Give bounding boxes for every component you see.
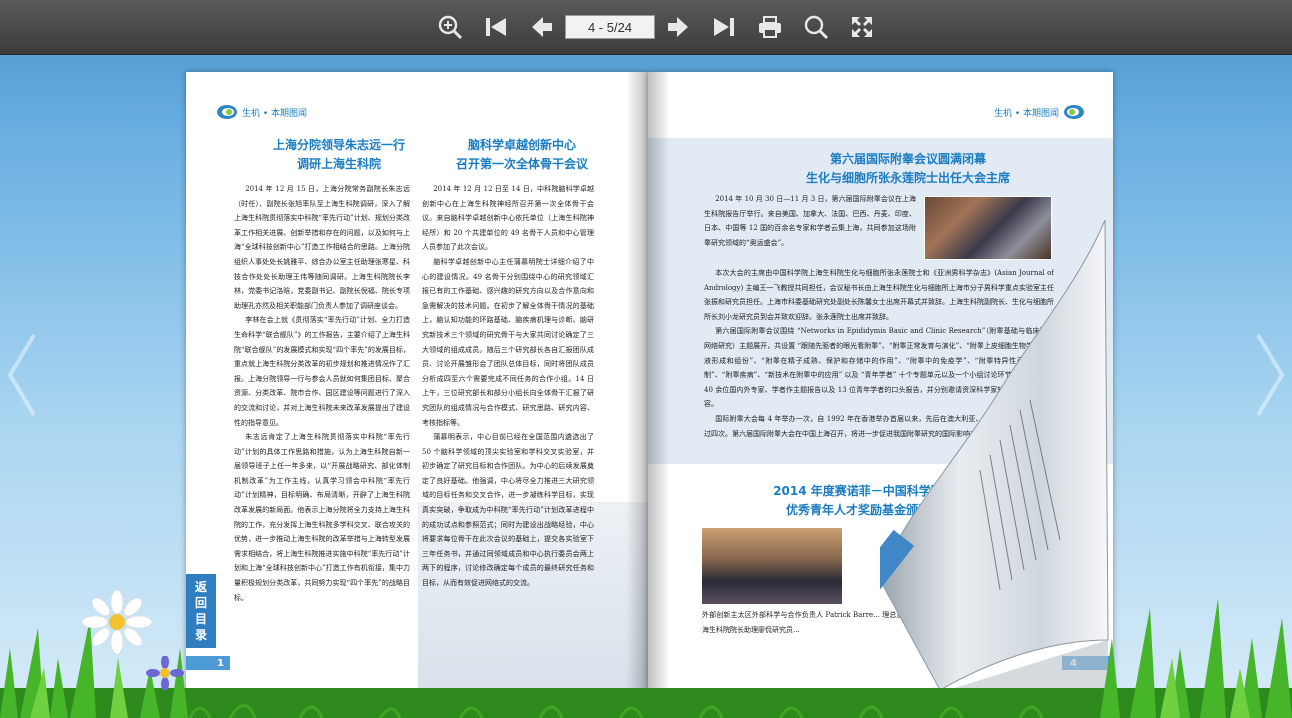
conference-photo [924,196,1052,260]
prev-spread-arrow-icon[interactable] [4,330,40,420]
article1-title: 上海分院领导朱志远一行 调研上海生科院 [234,136,444,174]
article4-body: 外部创新主太区外部科学与合作负责人 Patrick Barre... 理总监王勤… [702,608,932,638]
back-tab-char: 回 [194,596,207,610]
left-page-number-label: 1 [217,657,224,669]
right-page-number: 4 [1062,656,1113,670]
article1-paragraph: 李林在会上就《贯彻落实“率先行动”计划、全力打造生命科学“联合舰队”》的工作报告… [234,316,410,427]
page-number-input[interactable] [565,15,655,39]
article2-paragraph: 2014 年 12 月 12 日至 14 日，中科院脑科学卓越创新中心在上海生科… [422,185,594,252]
logo-swirl-icon [1064,105,1085,119]
left-page[interactable]: 生机 • 本期图闻 上海分院领导朱志远一行 调研上海生科院 2014 年 12 … [186,72,648,698]
right-header-tag: 生机 • 本期图闻 [994,104,1085,120]
article3-intro: 2014 年 10 月 30 日—11 月 3 日，第六届国际附睾会议在上海生科… [704,192,916,264]
first-page-icon[interactable] [481,12,511,42]
article2-body: 2014 年 12 月 12 日至 14 日，中科院脑科学卓越创新中心在上海生科… [422,182,594,642]
left-page-number: 1 [186,656,230,670]
zoom-in-icon[interactable] [435,12,465,42]
logo-swirl-icon [217,105,237,119]
article3-title-line2: 生化与细胞所张永莲院士出任大会主席 [805,171,1010,185]
prev-page-icon[interactable] [527,12,557,42]
article2-title: 脑科学卓越创新中心 召开第一次全体骨干会议 [422,136,622,174]
toolbar [0,0,1292,55]
article3-paragraph: 国际附睾大会每 4 年举办一次，自 1992 年在香港举办首届以来，先后在澳大利… [704,414,1054,438]
daisy-flower-icon [81,590,153,654]
article2-paragraph: 脑科学卓越创新中心主任蒲慕明院士详细介绍了中心的建设情况。49 名骨干分别围绕中… [422,257,594,427]
fullscreen-icon[interactable] [847,12,877,42]
article2-title-line2: 召开第一次全体骨干会议 [455,157,588,171]
article3-title: 第六届国际附睾会议圆满闭幕 生化与细胞所张永莲院士出任大会主席 [758,150,1058,188]
article1-title-line2: 调研上海生科院 [296,157,381,171]
article4-paragraph: 外部创新主太区外部科学与合作负责人 Patrick Barre... 理总监王勤… [702,611,932,634]
award-ceremony-photo [702,528,842,604]
article3-paragraph: 第六届国际附睾会议围绕 “Networks in Epididymis Basi… [704,327,1054,409]
back-to-contents-button[interactable]: 返 回 目 录 [186,574,216,648]
left-header-label: 生机 • 本期图闻 [242,108,308,119]
article3-paragraph: 本次大会的主席由中国科学院上海生科院生化与细胞所张永莲院士和《亚洲男科学杂志》(… [704,269,1054,321]
search-icon[interactable] [801,12,831,42]
back-tab-char: 返 [194,580,207,594]
next-page-icon[interactable] [663,12,693,42]
right-page[interactable]: 生机 • 本期图闻 第六届国际附睾会议圆满闭幕 生化与细胞所张永莲院士出任大会主… [648,72,1113,698]
article1-paragraph: 2014 年 12 月 15 日，上海分院常务副院长朱志远（时任）、副院长张旭率… [234,185,410,310]
article3-title-line1: 第六届国际附睾会议圆满闭幕 [829,152,986,166]
right-page-number-label: 4 [1070,657,1077,669]
article4-title-line2: 优秀青年人才奖励基金颁奖 [785,503,930,517]
article3-body: 本次大会的主席由中国科学院上海生科院生化与细胞所张永莲院士和《亚洲男科学杂志》(… [704,266,1054,454]
article1-body: 2014 年 12 月 15 日，上海分院常务副院长朱志远（时任）、副院长张旭率… [234,182,410,652]
article4-title: 2014 年度赛诺菲－中国科学院 优秀青年人才奖励基金颁奖 [758,482,958,520]
article3-paragraph: 2014 年 10 月 30 日—11 月 3 日，第六届国际附睾会议在上海生科… [704,195,916,247]
left-header-tag: 生机 • 本期图闻 [216,104,307,120]
back-tab-char: 录 [194,628,207,642]
last-page-icon[interactable] [709,12,739,42]
flipbook[interactable]: 生机 • 本期图闻 上海分院领导朱志远一行 调研上海生科院 2014 年 12 … [186,72,1113,698]
article2-paragraph: 蒲慕明表示，中心目前已经在全国范围内遴选出了 50 个脑科学领域的顶尖实验室和学… [422,433,594,588]
next-spread-arrow-icon[interactable] [1252,330,1288,420]
article1-paragraph: 朱志远肯定了上海生科院贯彻落实中科院“率先行动”计划的具体工作思路和措施，认为上… [234,433,410,602]
article4-title-line1: 2014 年度赛诺菲－中国科学院 [773,484,943,498]
blue-flower-icon [146,656,184,690]
print-icon[interactable] [755,12,785,42]
right-header-label: 生机 • 本期图闻 [994,108,1060,119]
article1-title-line1: 上海分院领导朱志远一行 [272,138,405,152]
back-tab-char: 目 [194,612,207,626]
article2-title-line1: 脑科学卓越创新中心 [467,138,576,152]
